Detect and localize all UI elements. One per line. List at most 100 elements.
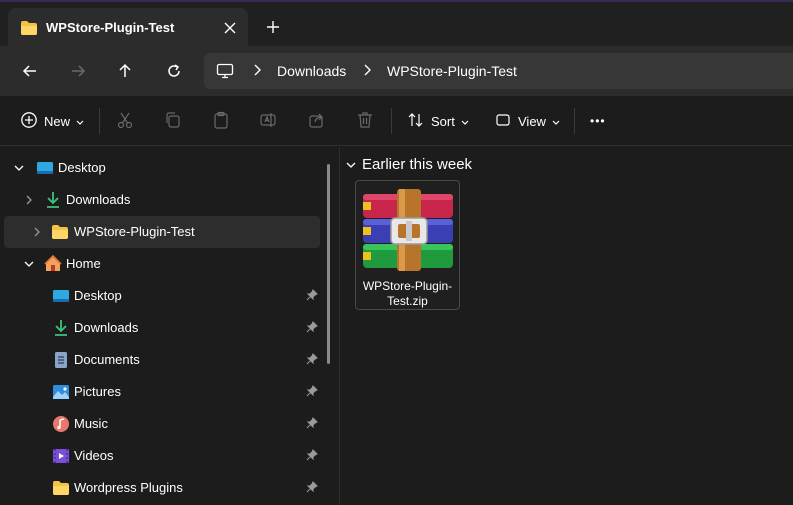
group-label: Earlier this week <box>362 156 473 173</box>
sidebar-item-desktop-root[interactable]: Desktop <box>4 152 320 184</box>
sidebar-scrollbar[interactable] <box>327 164 330 364</box>
share-button[interactable] <box>308 108 326 134</box>
sidebar-item-wordpress-plugins[interactable]: Wordpress Plugins <box>4 472 320 504</box>
sidebar-item-label: WPStore-Plugin-Test <box>74 224 195 239</box>
sidebar-item-home[interactable]: Home <box>4 248 320 280</box>
copy-icon <box>164 111 182 132</box>
sidebar-item-label: Music <box>74 416 108 431</box>
file-view: Earlier this week WPStore-Plugin- Test.z… <box>340 147 793 505</box>
view-label: View <box>518 113 546 129</box>
rename-icon <box>259 111 277 132</box>
sidebar-item-label: Pictures <box>74 384 121 399</box>
sidebar-item-pictures[interactable]: Pictures <box>4 376 320 408</box>
sidebar-item-label: Desktop <box>58 160 106 175</box>
new-label: New <box>44 113 71 129</box>
folder-icon <box>51 223 69 241</box>
download-icon <box>44 191 62 209</box>
chevron-right-icon[interactable] <box>362 64 372 79</box>
file-name: WPStore-Plugin- Test.zip <box>356 279 459 309</box>
navigation-pane: Desktop Downloads WPStore-Plugin-Test Ho… <box>0 147 332 505</box>
plus-icon[interactable] <box>262 16 284 38</box>
documents-icon <box>52 351 70 369</box>
sidebar-item-label: Documents <box>74 352 140 367</box>
tab-title: WPStore-Plugin-Test <box>46 20 175 35</box>
file-name-line-2: Test.zip <box>387 294 428 308</box>
sidebar-item-label: Home <box>66 256 101 271</box>
rename-button[interactable] <box>259 108 277 134</box>
breadcrumb-wpstore-plugin-test[interactable]: WPStore-Plugin-Test <box>387 63 517 79</box>
breadcrumb-downloads[interactable]: Downloads <box>277 63 346 79</box>
command-bar: New Sort View ••• <box>0 96 793 146</box>
view-button[interactable]: View <box>494 108 560 134</box>
sidebar-item-label: Downloads <box>66 192 131 207</box>
this-pc-icon[interactable] <box>216 63 234 82</box>
share-icon <box>308 111 326 132</box>
copy-button[interactable] <box>164 108 182 134</box>
sidebar-item-videos[interactable]: Videos <box>4 440 320 472</box>
chevron-right-icon[interactable] <box>252 64 262 79</box>
close-icon[interactable] <box>219 17 241 39</box>
sidebar-item-music[interactable]: Music <box>4 408 320 440</box>
clipboard-icon <box>212 111 230 132</box>
pin-icon[interactable] <box>306 385 320 399</box>
winrar-archive-icon <box>361 188 455 275</box>
pin-icon[interactable] <box>306 449 320 463</box>
toolbar-divider <box>391 108 392 134</box>
download-icon <box>52 319 70 337</box>
pin-icon[interactable] <box>306 289 320 303</box>
paste-button[interactable] <box>212 108 230 134</box>
new-button[interactable]: New <box>20 108 84 134</box>
chevron-right-icon[interactable] <box>30 225 44 239</box>
more-options-button[interactable]: ••• <box>590 108 606 134</box>
arrow-up-icon[interactable] <box>111 58 139 84</box>
sort-label: Sort <box>431 113 455 129</box>
navigation-bar: Downloads WPStore-Plugin-Test <box>0 46 793 96</box>
plus-circle-icon <box>20 111 38 132</box>
sidebar-item-label: Desktop <box>74 288 122 303</box>
file-item[interactable]: WPStore-Plugin- Test.zip <box>355 180 460 310</box>
refresh-icon[interactable] <box>160 58 188 84</box>
music-icon <box>52 415 70 433</box>
title-bar: WPStore-Plugin-Test <box>0 0 793 48</box>
sidebar-item-desktop[interactable]: Desktop <box>4 280 320 312</box>
desktop-icon <box>52 287 70 305</box>
chevron-down-icon[interactable] <box>12 161 26 175</box>
folder-icon <box>20 20 38 39</box>
chevron-right-icon[interactable] <box>22 193 36 207</box>
folder-icon <box>52 479 70 497</box>
group-header[interactable]: Earlier this week <box>346 156 472 173</box>
chevron-down-icon[interactable] <box>346 157 356 172</box>
pin-icon[interactable] <box>306 417 320 431</box>
sidebar-item-label: Wordpress Plugins <box>74 480 183 495</box>
arrow-right-icon[interactable] <box>64 58 92 84</box>
sort-button[interactable]: Sort <box>407 108 469 134</box>
desktop-icon <box>36 159 54 177</box>
sidebar-item-label: Videos <box>74 448 114 463</box>
sidebar-item-downloads-pinned[interactable]: Downloads <box>4 312 320 344</box>
tab-wpstore-plugin-test[interactable]: WPStore-Plugin-Test <box>8 8 248 48</box>
scissors-icon <box>116 111 134 132</box>
cut-button[interactable] <box>116 108 134 134</box>
trash-icon <box>356 111 374 132</box>
toolbar-divider <box>99 108 100 134</box>
pin-icon[interactable] <box>306 481 320 495</box>
sidebar-item-documents[interactable]: Documents <box>4 344 320 376</box>
chevron-down-icon[interactable] <box>22 257 36 271</box>
home-icon <box>44 255 62 273</box>
videos-icon <box>52 447 70 465</box>
pictures-icon <box>52 383 70 401</box>
pin-icon[interactable] <box>306 321 320 335</box>
sidebar-item-downloads[interactable]: Downloads <box>4 184 320 216</box>
sidebar-item-label: Downloads <box>74 320 139 335</box>
arrow-left-icon[interactable] <box>16 58 44 84</box>
address-bar[interactable]: Downloads WPStore-Plugin-Test <box>204 53 793 89</box>
file-name-line-1: WPStore-Plugin- <box>362 279 453 293</box>
chevron-down-icon <box>461 114 469 129</box>
toolbar-divider <box>574 108 575 134</box>
sort-icon <box>407 111 425 132</box>
delete-button[interactable] <box>356 108 374 134</box>
sidebar-item-wpstore-plugin-test[interactable]: WPStore-Plugin-Test <box>4 216 320 248</box>
chevron-down-icon <box>76 114 84 129</box>
pin-icon[interactable] <box>306 353 320 367</box>
view-icon <box>494 111 512 132</box>
